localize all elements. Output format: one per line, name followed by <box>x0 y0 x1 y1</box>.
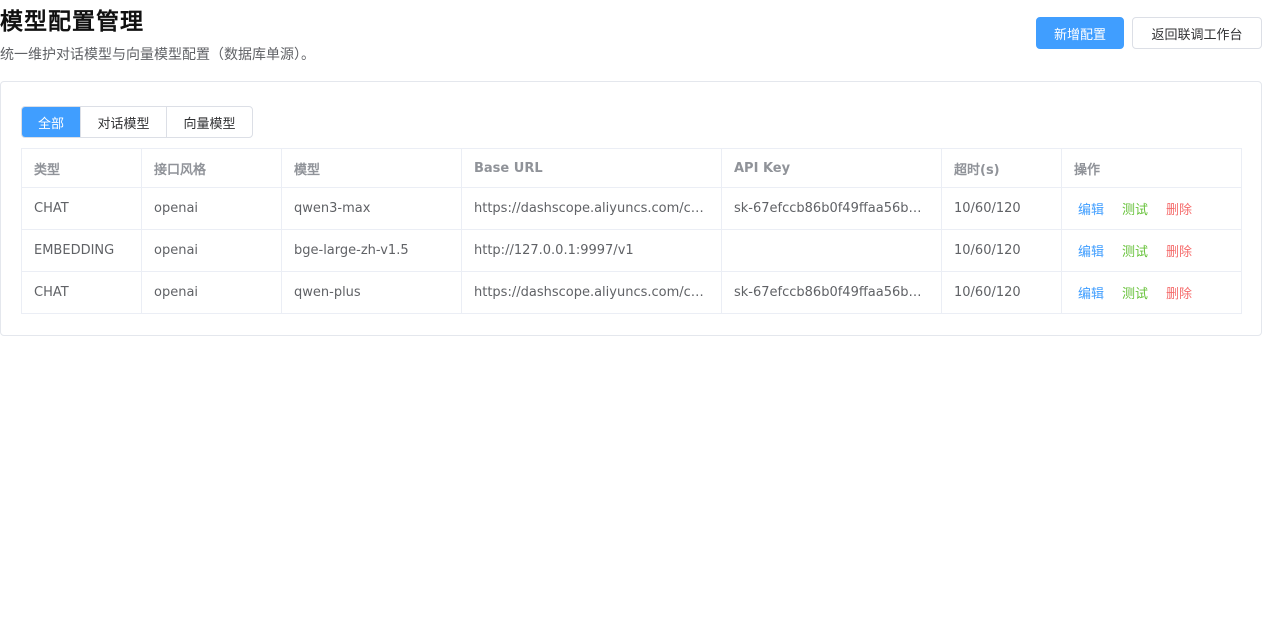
edit-link[interactable]: 编辑 <box>1078 203 1104 218</box>
tab-embedding-models[interactable]: 向量模型 <box>166 107 252 137</box>
cell-actions: 编辑 测试 删除 <box>1061 187 1242 230</box>
column-header-timeout: 超时(s) <box>941 148 1062 188</box>
config-table: 类型 接口风格 模型 Base URL API Key 超时(s) 操作 CHA… <box>21 148 1242 314</box>
test-link[interactable]: 测试 <box>1122 245 1148 260</box>
back-to-workbench-button[interactable]: 返回联调工作台 <box>1132 17 1262 49</box>
column-header-api-key: API Key <box>721 148 942 188</box>
delete-link[interactable]: 删除 <box>1166 287 1192 302</box>
delete-link[interactable]: 删除 <box>1166 245 1192 260</box>
column-header-actions: 操作 <box>1061 148 1242 188</box>
tab-chat-models[interactable]: 对话模型 <box>80 107 166 137</box>
cell-style: openai <box>141 271 282 314</box>
column-header-base-url: Base URL <box>461 148 722 188</box>
add-config-button[interactable]: 新增配置 <box>1036 17 1124 49</box>
cell-model: bge-large-zh-v1.5 <box>281 229 462 272</box>
cell-timeout: 10/60/120 <box>941 187 1062 230</box>
column-header-type: 类型 <box>21 148 142 188</box>
column-header-style: 接口风格 <box>141 148 282 188</box>
delete-link[interactable]: 删除 <box>1166 203 1192 218</box>
cell-base-url: https://dashscope.aliyuncs.com/c… <box>461 187 722 230</box>
page-subtitle: 统一维护对话模型与向量模型配置（数据库单源）。 <box>0 47 315 63</box>
cell-api-key: sk-67efccb86b0f49ffaa56be… <box>721 271 942 314</box>
table-row: CHAT openai qwen3-max https://dashscope.… <box>21 187 1242 230</box>
tab-all[interactable]: 全部 <box>22 107 80 137</box>
table-row: CHAT openai qwen-plus https://dashscope.… <box>21 271 1242 314</box>
page-title: 模型配置管理 <box>0 9 144 35</box>
cell-model: qwen3-max <box>281 187 462 230</box>
test-link[interactable]: 测试 <box>1122 203 1148 218</box>
cell-type: CHAT <box>21 271 142 314</box>
cell-actions: 编辑 测试 删除 <box>1061 271 1242 314</box>
cell-style: openai <box>141 229 282 272</box>
model-type-tabs: 全部 对话模型 向量模型 <box>21 106 253 138</box>
cell-base-url: https://dashscope.aliyuncs.com/c… <box>461 271 722 314</box>
header-actions: 新增配置 返回联调工作台 <box>1036 17 1262 49</box>
test-link[interactable]: 测试 <box>1122 287 1148 302</box>
cell-timeout: 10/60/120 <box>941 271 1062 314</box>
cell-api-key <box>721 229 942 272</box>
config-card: 全部 对话模型 向量模型 类型 接口风格 模型 Base URL API Key… <box>0 81 1262 336</box>
cell-timeout: 10/60/120 <box>941 229 1062 272</box>
cell-style: openai <box>141 187 282 230</box>
cell-type: EMBEDDING <box>21 229 142 272</box>
cell-type: CHAT <box>21 187 142 230</box>
edit-link[interactable]: 编辑 <box>1078 245 1104 260</box>
table-header-row: 类型 接口风格 模型 Base URL API Key 超时(s) 操作 <box>21 148 1242 188</box>
column-header-model: 模型 <box>281 148 462 188</box>
edit-link[interactable]: 编辑 <box>1078 287 1104 302</box>
cell-model: qwen-plus <box>281 271 462 314</box>
cell-api-key: sk-67efccb86b0f49ffaa56be… <box>721 187 942 230</box>
cell-base-url: http://127.0.0.1:9997/v1 <box>461 229 722 272</box>
cell-actions: 编辑 测试 删除 <box>1061 229 1242 272</box>
table-row: EMBEDDING openai bge-large-zh-v1.5 http:… <box>21 229 1242 272</box>
